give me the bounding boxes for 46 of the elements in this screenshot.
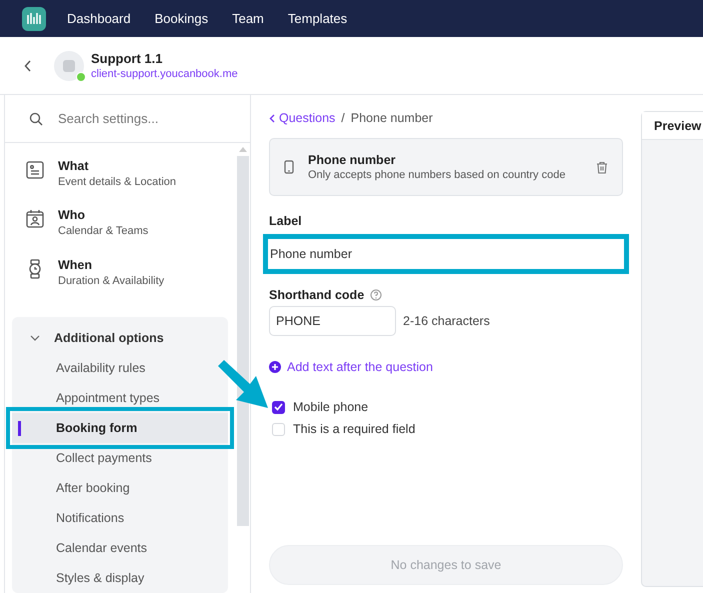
menu-item[interactable]: Appointment types <box>12 382 228 413</box>
checkbox-label: This is a required field <box>293 422 416 436</box>
avatar-logo-icon <box>62 58 76 72</box>
shorthand-hint: 2-16 characters <box>403 314 490 328</box>
page-link[interactable]: client-support.youcanbook.me <box>91 68 238 80</box>
menu-item[interactable]: Notifications <box>12 502 228 533</box>
checkbox[interactable] <box>272 400 285 414</box>
field-label: Label <box>269 214 303 228</box>
trash-icon[interactable] <box>596 160 608 174</box>
settings-section[interactable]: What Event details & Location <box>5 159 236 208</box>
question-title: Phone number <box>308 153 397 167</box>
add-text-link[interactable]: Add text after the question <box>269 360 623 374</box>
menu-item[interactable]: Styles & display <box>12 562 228 593</box>
phone-icon <box>284 160 294 174</box>
plus-circle-icon <box>269 361 281 373</box>
preview-tab[interactable]: Preview <box>642 112 703 140</box>
shorthand-input[interactable]: PHONE <box>269 306 396 336</box>
field-label: Shorthand code <box>269 288 364 302</box>
chevron-left-icon <box>269 114 275 122</box>
search-field[interactable]: Search settings... <box>56 110 226 127</box>
menu-item[interactable]: After booking <box>12 472 228 503</box>
menu-item[interactable]: Calendar events <box>12 532 228 563</box>
checkbox-label: Mobile phone <box>293 400 368 414</box>
back-link[interactable]: Questions <box>269 111 336 125</box>
group-toggle[interactable]: Additional options <box>12 322 228 353</box>
search-icon <box>29 112 43 126</box>
breadcrumb-current: Phone number <box>350 111 433 125</box>
menu-item[interactable]: Collect payments <box>12 442 228 473</box>
nav-link[interactable]: Bookings <box>154 11 208 26</box>
breadcrumb-separator: / <box>341 111 345 125</box>
menu-item[interactable]: Availability rules <box>12 352 228 383</box>
page-title: Support 1.1 <box>91 51 164 66</box>
app-logo[interactable] <box>22 6 46 30</box>
nav-link[interactable]: Team <box>232 11 264 26</box>
back-chevron-icon[interactable] <box>24 60 32 72</box>
chevron-down-icon <box>30 334 40 341</box>
label-input[interactable]: Phone number <box>263 234 629 274</box>
calendar-person-icon <box>24 208 46 230</box>
settings-section[interactable]: When Duration & Availability <box>5 258 236 307</box>
nav-link[interactable]: Templates <box>288 11 348 26</box>
document-icon <box>24 159 46 181</box>
question-description: Only accepts phone numbers based on country code <box>308 169 566 181</box>
help-icon[interactable] <box>370 289 382 301</box>
menu-item[interactable]: Booking form <box>12 412 228 443</box>
nav-link[interactable]: Dashboard <box>67 11 131 26</box>
settings-section[interactable]: Who Calendar & Teams <box>5 208 236 258</box>
